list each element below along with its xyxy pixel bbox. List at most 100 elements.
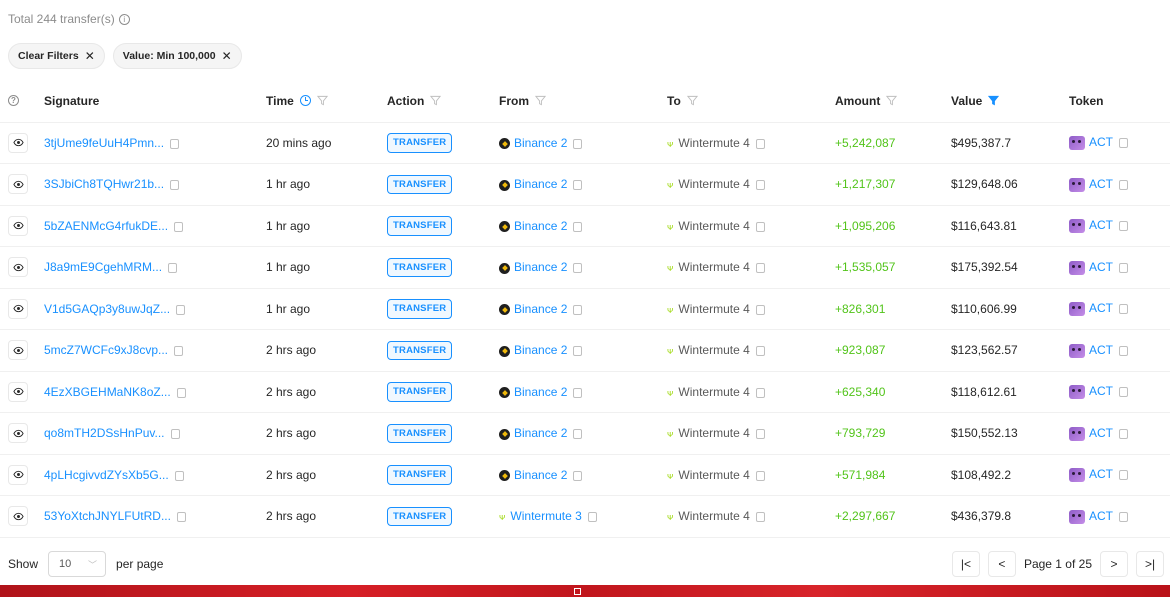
copy-icon[interactable] [755,221,765,232]
copy-icon[interactable] [1119,304,1128,315]
copy-icon[interactable] [170,429,180,440]
copy-icon[interactable] [573,470,583,481]
from-link[interactable]: Binance 2 [514,177,567,191]
view-button[interactable] [8,132,28,153]
signature-link[interactable]: 3SJbiCh8TQHwr21b... [44,177,164,191]
page-size-select[interactable]: 10 ﹀ [48,551,107,577]
copy-icon[interactable] [573,263,583,274]
filter-active-icon[interactable] [988,95,1000,106]
copy-icon[interactable] [1119,428,1128,439]
copy-icon[interactable] [168,263,178,274]
to-link[interactable]: Wintermute 4 [678,385,749,399]
copy-icon[interactable] [573,138,583,149]
filter-icon[interactable] [430,95,442,106]
token-link[interactable]: ACT [1089,135,1113,149]
copy-icon[interactable] [174,470,184,481]
from-link[interactable]: Binance 2 [514,219,567,233]
copy-icon[interactable] [1119,262,1128,273]
token-link[interactable]: ACT [1089,301,1113,315]
copy-icon[interactable] [170,180,180,191]
token-link[interactable]: ACT [1089,426,1113,440]
view-button[interactable] [8,381,28,402]
copy-icon[interactable] [176,387,186,398]
token-link[interactable]: ACT [1089,384,1113,398]
copy-icon[interactable] [1119,179,1128,190]
copy-icon[interactable] [176,304,186,315]
from-link[interactable]: Binance 2 [514,468,567,482]
signature-link[interactable]: qo8mTH2DSsHnPuv... [44,426,165,440]
copy-icon[interactable] [755,429,765,440]
copy-icon[interactable] [587,512,597,523]
token-link[interactable]: ACT [1089,218,1113,232]
to-link[interactable]: Wintermute 4 [678,468,749,482]
token-link[interactable]: ACT [1089,177,1113,191]
token-link[interactable]: ACT [1089,260,1113,274]
to-link[interactable]: Wintermute 4 [678,260,749,274]
filter-icon[interactable] [535,95,546,106]
view-button[interactable] [8,340,28,361]
signature-link[interactable]: 53YoXtchJNYLFUtRD... [44,509,171,523]
view-button[interactable] [8,506,28,527]
view-button[interactable] [8,257,28,278]
signature-link[interactable]: 4pLHcgivvdZYsXb5G... [44,468,169,482]
copy-icon[interactable] [573,429,583,440]
filter-icon[interactable] [686,95,698,106]
value-filter-chip[interactable]: Value: Min 100,000 ✕ [112,43,242,69]
copy-icon[interactable] [1119,345,1128,356]
copy-icon[interactable] [755,387,765,398]
info-icon[interactable]: i [118,13,130,25]
from-link[interactable]: Binance 2 [514,385,567,399]
copy-icon[interactable] [573,387,583,398]
clear-filters-chip[interactable]: Clear Filters ✕ [8,43,105,69]
view-button[interactable] [8,174,28,195]
close-icon[interactable]: ✕ [85,50,95,62]
copy-icon[interactable] [1119,470,1128,481]
copy-icon[interactable] [573,221,583,232]
prev-page-button[interactable]: < [987,551,1016,577]
filter-icon[interactable] [886,95,898,106]
to-link[interactable]: Wintermute 4 [678,509,749,523]
copy-icon[interactable] [1119,387,1128,398]
signature-link[interactable]: J8a9mE9CgehMRM... [44,260,162,274]
last-page-button[interactable]: >| [1136,551,1164,577]
copy-icon[interactable] [755,470,765,481]
copy-icon[interactable] [573,346,583,357]
copy-icon[interactable] [174,221,184,232]
token-link[interactable]: ACT [1089,509,1113,523]
help-icon[interactable]: ? [8,95,19,107]
filter-icon[interactable] [316,95,328,106]
copy-icon[interactable] [1119,138,1128,149]
copy-icon[interactable] [755,304,765,315]
view-button[interactable] [8,215,28,236]
from-link[interactable]: Binance 2 [514,426,567,440]
close-icon[interactable]: ✕ [222,50,232,62]
view-button[interactable] [8,423,28,444]
token-link[interactable]: ACT [1089,467,1113,481]
view-button[interactable] [8,298,28,319]
signature-link[interactable]: 5bZAENMcG4rfukDE... [44,219,168,233]
to-link[interactable]: Wintermute 4 [678,426,749,440]
from-link[interactable]: Wintermute 3 [510,509,581,523]
signature-link[interactable]: V1d5GAQp3y8uwJqZ... [44,302,170,316]
to-link[interactable]: Wintermute 4 [678,219,749,233]
to-link[interactable]: Wintermute 4 [678,136,749,150]
to-link[interactable]: Wintermute 4 [678,177,749,191]
copy-icon[interactable] [1119,221,1128,232]
signature-link[interactable]: 4EzXBGEHMaNK8oZ... [44,385,171,399]
copy-icon[interactable] [755,180,765,191]
signature-link[interactable]: 3tjUme9feUuH4Pmn... [44,136,164,150]
to-link[interactable]: Wintermute 4 [678,343,749,357]
clock-icon[interactable] [299,95,311,107]
from-link[interactable]: Binance 2 [514,343,567,357]
first-page-button[interactable]: |< [951,551,980,577]
to-link[interactable]: Wintermute 4 [678,302,749,316]
copy-icon[interactable] [1119,511,1128,522]
copy-icon[interactable] [573,180,583,191]
from-link[interactable]: Binance 2 [514,136,567,150]
copy-icon[interactable] [174,346,184,357]
copy-icon[interactable] [170,138,180,149]
copy-icon[interactable] [755,263,765,274]
token-link[interactable]: ACT [1089,343,1113,357]
copy-icon[interactable] [755,138,765,149]
next-page-button[interactable]: > [1100,551,1128,577]
